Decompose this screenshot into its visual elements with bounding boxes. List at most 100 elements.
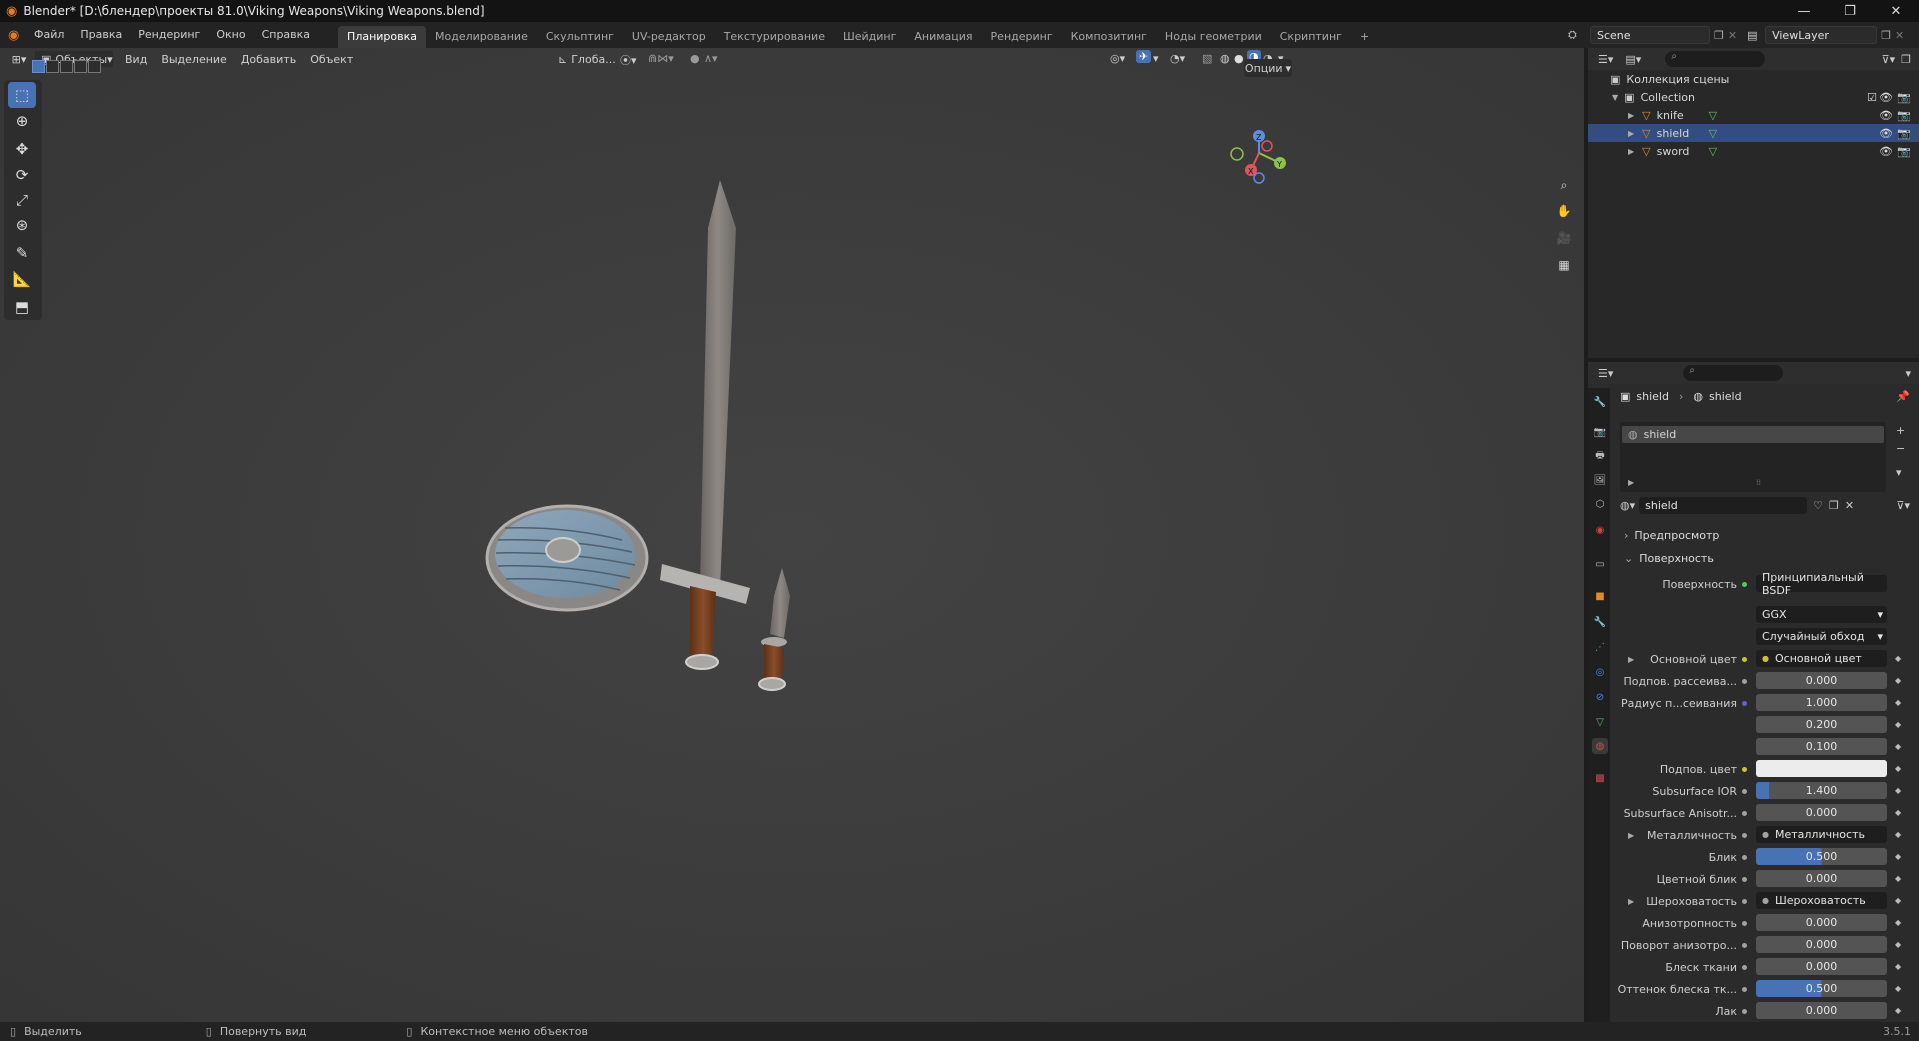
select-subtract-icon[interactable] xyxy=(60,60,73,73)
socket-icon[interactable] xyxy=(1739,764,1749,774)
number-field[interactable]: 0.200 xyxy=(1756,716,1887,733)
workspace-tab[interactable]: Композитинг xyxy=(1062,26,1156,48)
render-camera-icon[interactable]: 📷 xyxy=(1897,127,1911,140)
color-swatch[interactable] xyxy=(1756,760,1887,777)
socket-icon[interactable] xyxy=(1739,654,1749,664)
expand-arrow-icon[interactable]: ▶ xyxy=(1628,111,1634,120)
outliner-object-row[interactable]: ▶ ▽ sword ▽ 👁 📷 xyxy=(1588,142,1919,160)
world-tab-icon[interactable]: ◉ xyxy=(1592,522,1608,538)
workspace-tab[interactable]: Шейдинг xyxy=(834,26,905,48)
scene-selector[interactable]: Scene xyxy=(1590,26,1710,44)
shield-object[interactable] xyxy=(485,504,649,612)
viewlayer-close-icon[interactable]: ✕ xyxy=(1895,29,1904,42)
socket-icon[interactable] xyxy=(1739,918,1749,928)
viewlayer-copy-icon[interactable]: ❐ xyxy=(1881,29,1891,42)
keyframe-icon[interactable]: ◆ xyxy=(1895,984,1901,993)
annotate-tool-icon[interactable]: ✎ xyxy=(8,240,36,266)
socket-icon[interactable] xyxy=(1739,874,1749,884)
keyframe-icon[interactable]: ◆ xyxy=(1895,808,1901,817)
slot-menu-icon[interactable]: ▾ xyxy=(1896,466,1902,479)
viewport-menu-item[interactable]: Выделение xyxy=(154,53,234,66)
keyframe-icon[interactable]: ◆ xyxy=(1895,1006,1901,1015)
keyframe-icon[interactable]: ◆ xyxy=(1895,676,1901,685)
blender-menu-icon[interactable]: ◉ xyxy=(8,28,26,43)
socket-icon[interactable] xyxy=(1739,984,1749,994)
material-name-field[interactable]: shield xyxy=(1639,496,1808,514)
editor-type-button[interactable]: ⊞▾ xyxy=(8,50,30,68)
collection-tab-icon[interactable]: ▭ xyxy=(1592,556,1608,572)
keyframe-icon[interactable]: ◆ xyxy=(1895,962,1901,971)
number-field[interactable]: 0.500 xyxy=(1756,848,1887,865)
zoom-icon[interactable]: ⌕ xyxy=(1553,174,1575,196)
object-tab-icon[interactable]: ■ xyxy=(1592,588,1608,604)
number-field[interactable]: 0.000 xyxy=(1756,804,1887,821)
workspace-tab[interactable]: Планировка xyxy=(338,26,427,48)
menu-item[interactable]: Окно xyxy=(208,22,253,48)
scene-icon[interactable]: ⛭ xyxy=(1568,28,1590,42)
rotate-tool-icon[interactable]: ⟳ xyxy=(8,162,36,188)
orientation-selector[interactable]: ⊾ Глоба... xyxy=(558,50,616,68)
viewport-menu-item[interactable]: Объект xyxy=(303,53,360,66)
number-field[interactable]: 0.100 xyxy=(1756,738,1887,755)
number-field[interactable]: 1.400 xyxy=(1756,782,1887,799)
xray-icon[interactable]: ▧ xyxy=(1202,52,1212,65)
overlay-toggle-icon[interactable]: ◔▾ xyxy=(1170,52,1185,65)
visibility-eye-icon[interactable]: 👁 xyxy=(1879,91,1893,104)
camera-view-icon[interactable]: 🎥 xyxy=(1553,227,1575,249)
workspace-tab[interactable]: Текстурирование xyxy=(715,26,834,48)
socket-icon[interactable] xyxy=(1739,896,1749,906)
outliner-editor-icon[interactable]: ☰▾ xyxy=(1598,53,1613,66)
linked-input-field[interactable]: ● Металличность xyxy=(1756,826,1887,843)
distribution-dropdown[interactable]: GGX ▾ xyxy=(1756,606,1887,623)
viewport-menu-item[interactable]: Добавить xyxy=(234,53,303,66)
number-field[interactable]: 0.000 xyxy=(1756,1002,1887,1019)
properties-editor-icon[interactable]: ☰▾ xyxy=(1598,367,1613,380)
measure-tool-icon[interactable]: 📐 xyxy=(8,266,36,292)
select-box-tool-icon[interactable]: ⬚ xyxy=(8,82,36,108)
number-field[interactable]: 0.000 xyxy=(1756,672,1887,689)
cursor-tool-icon[interactable]: ⊕ xyxy=(8,108,36,134)
link-type-icon[interactable]: ⊽▾ xyxy=(1896,499,1910,512)
number-field[interactable]: 0.500 xyxy=(1756,980,1887,997)
data-tab-icon[interactable]: ▽ xyxy=(1592,714,1608,730)
view-layer-tab-icon[interactable]: 🖼 xyxy=(1592,472,1608,488)
move-tool-icon[interactable]: ✥ xyxy=(8,136,36,162)
scene-tab-icon[interactable]: ⬡ xyxy=(1592,496,1608,512)
outliner-search-input[interactable]: ⌕ xyxy=(1665,51,1766,67)
workspace-tab[interactable]: Скриптинг xyxy=(1271,26,1351,48)
number-field[interactable]: 0.000 xyxy=(1756,958,1887,975)
number-field[interactable]: 0.000 xyxy=(1756,870,1887,887)
exclude-checkbox[interactable]: ☑ xyxy=(1867,91,1877,104)
texture-tab-icon[interactable]: ▩ xyxy=(1592,770,1608,786)
keyframe-icon[interactable]: ◆ xyxy=(1895,654,1901,663)
transform-tool-icon[interactable]: ⊛ xyxy=(8,212,36,238)
workspace-tab[interactable]: Анимация xyxy=(905,26,981,48)
number-field[interactable]: 0.000 xyxy=(1756,936,1887,953)
select-new-icon[interactable] xyxy=(32,60,45,73)
viewport-menu-item[interactable]: Вид xyxy=(118,53,154,66)
render-camera-icon[interactable]: 📷 xyxy=(1897,109,1911,122)
select-extend-icon[interactable] xyxy=(46,60,59,73)
proportional-edit-icon[interactable]: ● xyxy=(690,52,700,65)
workspace-tab[interactable]: Ноды геометрии xyxy=(1156,26,1271,48)
slot-remove-icon[interactable]: − xyxy=(1896,442,1905,455)
surface-shader-selector[interactable]: Принципиальный BSDF xyxy=(1756,571,1887,597)
workspace-tab[interactable]: Рендеринг xyxy=(982,26,1062,48)
gizmo-toggle-icon[interactable]: ✈ xyxy=(1136,50,1152,63)
mesh-data-icon[interactable]: ▽ xyxy=(1709,127,1717,140)
render-tab-icon[interactable]: 📷 xyxy=(1592,424,1608,440)
falloff-icon[interactable]: ∧▾ xyxy=(704,52,718,65)
snap-icon[interactable]: ⋒⋈▾ xyxy=(648,52,674,65)
socket-icon[interactable] xyxy=(1739,852,1749,862)
display-mode-icon[interactable]: ▤▾ xyxy=(1625,53,1641,66)
workspace-tab[interactable]: Моделирование xyxy=(426,26,537,48)
expand-arrow-icon[interactable]: ▶ xyxy=(1628,897,1634,906)
linked-input-field[interactable]: ● Шероховатость xyxy=(1756,892,1887,909)
mesh-data-icon[interactable]: ▽ xyxy=(1709,109,1717,122)
socket-icon[interactable] xyxy=(1739,676,1749,686)
workspace-tab[interactable]: UV-редактор xyxy=(623,26,715,48)
keyframe-icon[interactable]: ◆ xyxy=(1895,830,1901,839)
visibility-eye-icon[interactable]: 👁 xyxy=(1879,145,1893,158)
expand-arrow-icon[interactable]: ▶ xyxy=(1628,831,1634,840)
material-tab-icon[interactable]: ◍ xyxy=(1592,738,1608,754)
